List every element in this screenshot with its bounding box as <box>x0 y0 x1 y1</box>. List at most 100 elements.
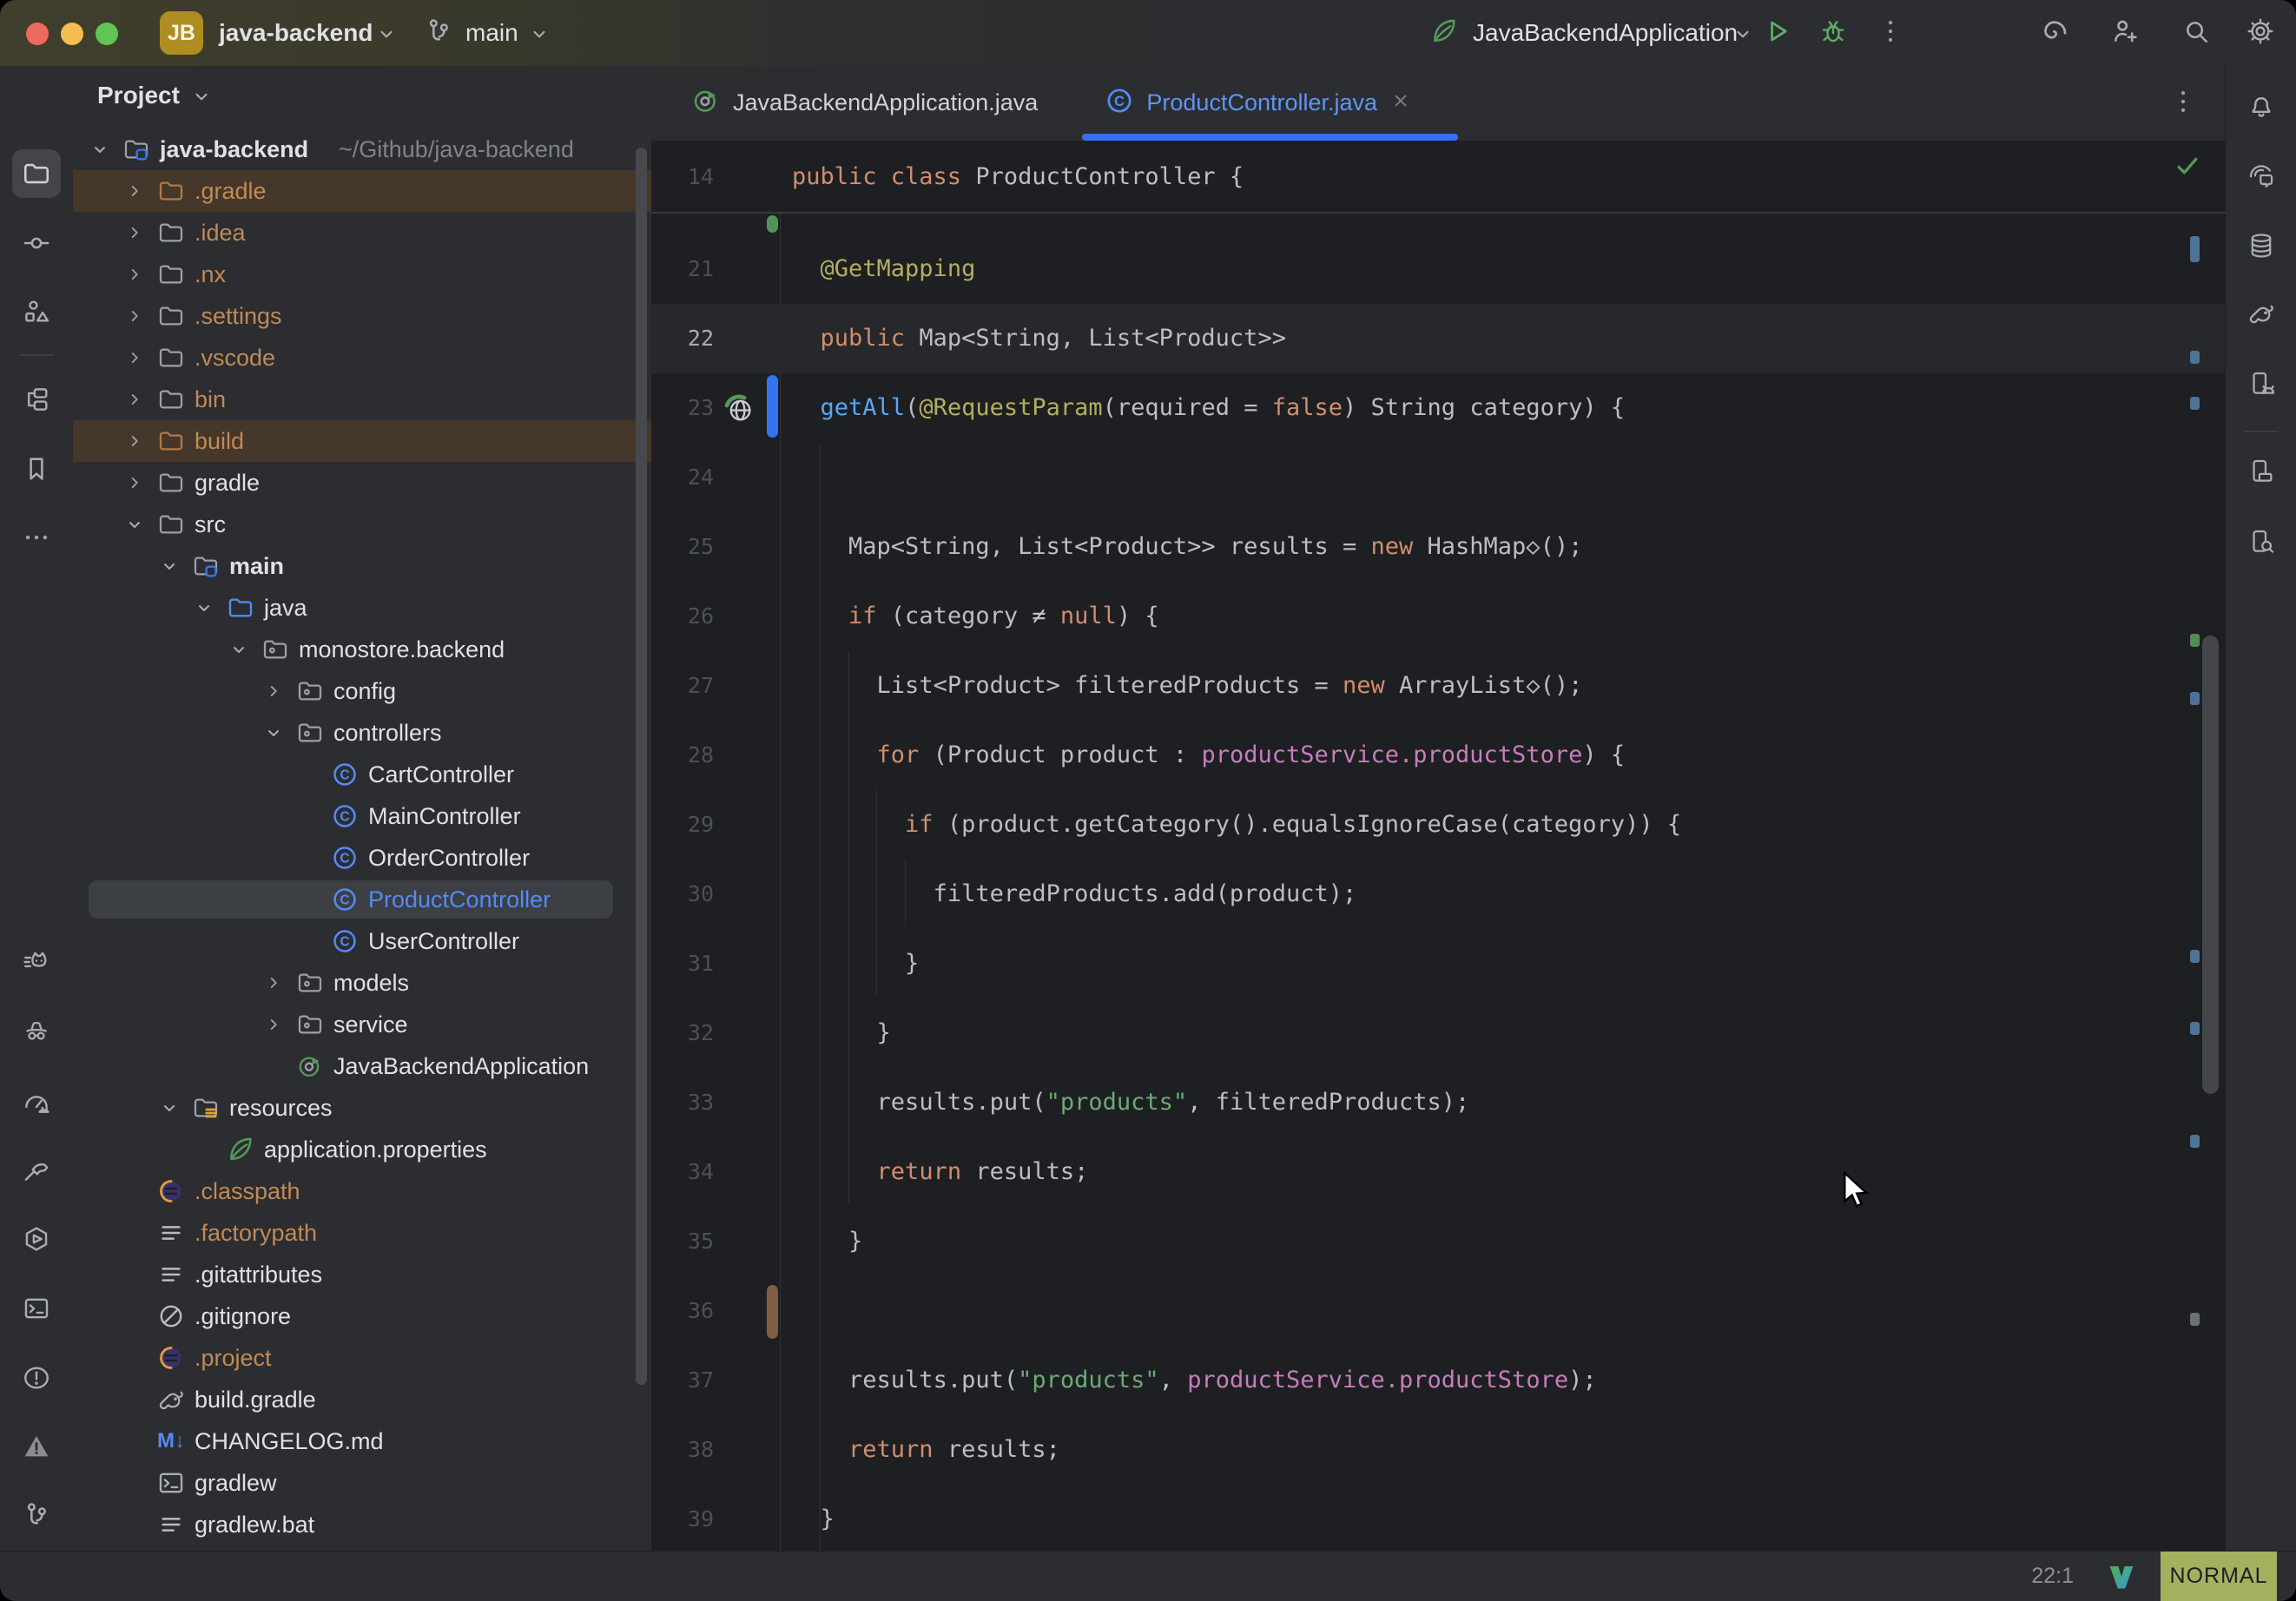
tool-button-device-explorer[interactable] <box>2237 517 2286 566</box>
code-line-32[interactable]: 32 } <box>651 998 2226 1068</box>
code-line-36[interactable]: 36 <box>651 1276 2226 1346</box>
gutter-change-marker-modified[interactable] <box>767 375 778 438</box>
error-stripe-mark[interactable] <box>2190 950 2200 963</box>
project-tree-scrollbar[interactable] <box>636 148 647 1385</box>
tree-item-gradle[interactable]: gradle <box>73 462 651 504</box>
tree-item-java[interactable]: java <box>73 587 651 629</box>
tree-item-.nx[interactable]: .nx <box>73 254 651 295</box>
tool-button-build[interactable] <box>12 1146 61 1195</box>
error-stripe-mark[interactable] <box>2190 397 2200 410</box>
tool-button-services[interactable] <box>12 1215 61 1263</box>
tree-item-.vscode[interactable]: .vscode <box>73 337 651 379</box>
code-line-26[interactable]: 26 if (category ≠ null) { <box>651 582 2226 651</box>
code-line-39[interactable]: 39 } <box>651 1485 2226 1552</box>
tool-button-warnings[interactable] <box>12 1422 61 1471</box>
code-line-34[interactable]: 34 return results; <box>651 1137 2226 1207</box>
tree-item-gradlew[interactable]: gradlew <box>73 1462 651 1504</box>
gutter-change-marker-whitespace[interactable] <box>767 1285 778 1339</box>
tree-item-models[interactable]: models <box>73 962 651 1004</box>
tool-button-incognito[interactable] <box>12 1005 61 1054</box>
line-number[interactable]: 23 <box>651 373 714 443</box>
editor-tab-ProductController.java[interactable]: CProductController.java <box>1082 66 1435 139</box>
line-number[interactable]: 36 <box>651 1276 714 1346</box>
tree-item-CartController[interactable]: CCartController <box>73 754 651 795</box>
chevron-right-icon[interactable] <box>122 337 148 379</box>
tool-button-ai-cat[interactable] <box>12 938 61 986</box>
line-number[interactable]: 31 <box>651 929 714 998</box>
sticky-line[interactable]: 14 public class ProductController { <box>651 142 2226 214</box>
close-window-button[interactable] <box>26 23 49 45</box>
chevron-down-icon[interactable] <box>122 504 148 545</box>
run-configuration-selector[interactable]: JavaBackendApplication <box>1473 0 1738 66</box>
tree-item-controllers[interactable]: controllers <box>73 712 651 754</box>
code-editor[interactable]: 21 @GetMapping22 public Map<String, List… <box>651 142 2226 1552</box>
vim-mode-badge[interactable]: NORMAL <box>2161 1552 2277 1601</box>
code-line-21[interactable]: 21 @GetMapping <box>651 234 2226 304</box>
code-line-22[interactable]: 22 public Map<String, List<Product>> <box>651 304 2226 373</box>
tool-button-gradle[interactable] <box>2237 289 2286 338</box>
chevron-right-icon[interactable] <box>122 254 148 295</box>
tree-item-.project[interactable]: .project <box>73 1337 651 1379</box>
chevron-down-icon[interactable] <box>156 545 182 587</box>
line-number[interactable]: 37 <box>651 1346 714 1415</box>
chevron-right-icon[interactable] <box>261 962 287 1004</box>
project-icon-badge[interactable]: JB <box>160 11 203 55</box>
tool-button-terminal[interactable] <box>12 1284 61 1333</box>
chevron-down-icon[interactable] <box>261 712 287 754</box>
tree-item-UserController[interactable]: CUserController <box>73 920 651 962</box>
caret-position-widget[interactable]: 22:1 <box>2031 1564 2074 1589</box>
code-line-38[interactable]: 38 return results; <box>651 1415 2226 1485</box>
tool-button-notifications[interactable] <box>2237 81 2286 129</box>
code-with-me-icon[interactable] <box>2110 16 2143 49</box>
chevron-right-icon[interactable] <box>122 212 148 254</box>
tool-button-device-manager[interactable] <box>2237 359 2286 408</box>
chevron-right-icon[interactable] <box>261 670 287 712</box>
chevron-down-icon[interactable] <box>156 1087 182 1129</box>
tree-item-main[interactable]: main <box>73 545 651 587</box>
code-line-30[interactable]: 30 filteredProducts.add(product); <box>651 860 2226 929</box>
code-line-24[interactable]: 24 <box>651 443 2226 512</box>
tree-item-application.properties[interactable]: application.properties <box>73 1129 651 1170</box>
line-number[interactable]: 32 <box>651 998 714 1068</box>
tree-item-src[interactable]: src <box>73 504 651 545</box>
tool-button-layout-inspector[interactable] <box>2237 447 2286 496</box>
tool-button-more-tools[interactable] <box>12 513 61 562</box>
code-line-23[interactable]: 23 getAll(@RequestParam(required = false… <box>651 373 2226 443</box>
sticky-code-line[interactable]: public class ProductController { <box>792 142 1244 212</box>
tree-item-config[interactable]: config <box>73 670 651 712</box>
tool-button-bookmarks[interactable] <box>12 445 61 493</box>
code-line-28[interactable]: 28 for (Product product : productService… <box>651 721 2226 790</box>
line-number[interactable]: 26 <box>651 582 714 651</box>
chevron-right-icon[interactable] <box>122 170 148 212</box>
tree-item-OrderController[interactable]: COrderController <box>73 837 651 879</box>
error-stripe-mark[interactable] <box>2190 351 2200 364</box>
tree-item-bin[interactable]: bin <box>73 379 651 420</box>
tree-item-gradlew.bat[interactable]: gradlew.bat <box>73 1504 651 1545</box>
tree-item-resources[interactable]: resources <box>73 1087 651 1129</box>
error-stripe-mark[interactable] <box>2190 692 2200 705</box>
chevron-down-icon[interactable] <box>226 629 252 670</box>
error-stripe-mark[interactable] <box>2190 1313 2200 1326</box>
line-number[interactable]: 14 <box>651 142 714 212</box>
tree-item-build.gradle[interactable]: build.gradle <box>73 1379 651 1420</box>
tree-item-.gradle[interactable]: .gradle <box>73 170 651 212</box>
tree-item-service[interactable]: service <box>73 1004 651 1045</box>
tree-item-build[interactable]: build <box>73 420 651 462</box>
line-number[interactable]: 39 <box>651 1485 714 1552</box>
code-line-37[interactable]: 37 results.put("products", productServic… <box>651 1346 2226 1415</box>
line-number[interactable]: 38 <box>651 1415 714 1485</box>
minimize-window-button[interactable] <box>61 23 83 45</box>
more-actions-kebab-icon[interactable] <box>1876 16 1909 49</box>
tool-button-problems[interactable] <box>12 1354 61 1402</box>
chevron-right-icon[interactable] <box>261 1004 287 1045</box>
chevron-down-icon[interactable] <box>87 128 113 170</box>
code-line-35[interactable]: 35 } <box>651 1207 2226 1276</box>
branch-widget[interactable]: main <box>465 0 518 66</box>
tool-button-profiler[interactable] <box>12 1078 61 1127</box>
chevron-right-icon[interactable] <box>122 379 148 420</box>
search-everywhere-icon[interactable] <box>2181 16 2214 49</box>
chevron-right-icon[interactable] <box>122 420 148 462</box>
line-number[interactable]: 35 <box>651 1207 714 1276</box>
tool-button-structure[interactable] <box>12 287 61 336</box>
line-number[interactable]: 21 <box>651 234 714 304</box>
